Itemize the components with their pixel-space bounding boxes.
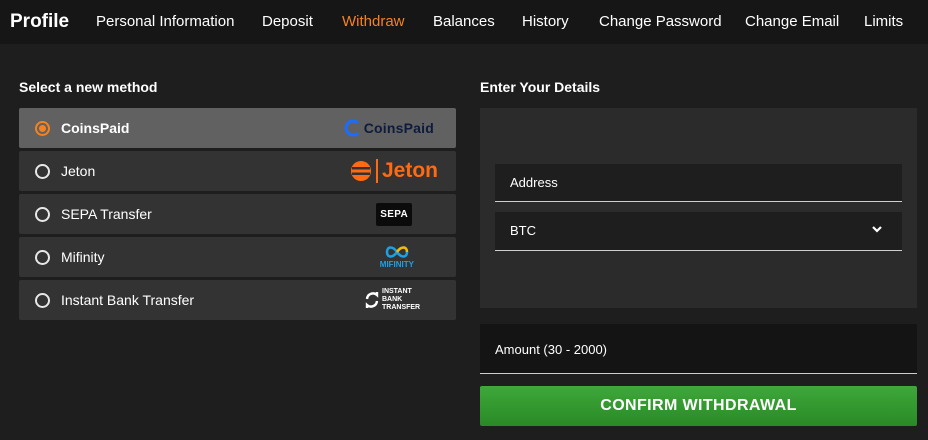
method-option-jeton[interactable]: Jeton Jeton <box>19 151 456 191</box>
tab-change-password[interactable]: Change Password <box>599 13 722 30</box>
tab-deposit[interactable]: Deposit <box>262 13 313 30</box>
details-panel: Address BTC <box>480 108 917 308</box>
method-label: CoinsPaid <box>61 120 130 136</box>
method-label: Instant Bank Transfer <box>61 292 195 308</box>
tab-change-email[interactable]: Change Email <box>745 13 839 30</box>
method-option-coinspaid[interactable]: CoinsPaid CoinsPaid <box>19 108 456 148</box>
tab-balances[interactable]: Balances <box>433 13 495 30</box>
method-label: SEPA Transfer <box>61 206 152 222</box>
page-title: Profile <box>10 11 70 32</box>
radio-button-selected[interactable] <box>35 121 50 136</box>
tab-personal-information[interactable]: Personal Information <box>96 13 234 30</box>
currency-select[interactable]: BTC <box>495 212 902 251</box>
radio-button[interactable] <box>35 250 50 265</box>
confirm-withdrawal-button[interactable]: CONFIRM WITHDRAWAL <box>480 386 917 426</box>
methods-heading: Select a new method <box>19 79 158 95</box>
mifinity-logo: MIFINITY <box>380 237 414 277</box>
tab-limits[interactable]: Limits <box>864 13 903 30</box>
method-label: Jeton <box>61 163 96 179</box>
top-navigation-bar: Profile Personal Information Deposit Wit… <box>0 0 928 44</box>
instant-bank-transfer-logo: INSTANT BANK TRANSFER <box>364 280 420 320</box>
tab-history[interactable]: History <box>522 13 569 30</box>
radio-button[interactable] <box>35 293 50 308</box>
address-placeholder: Address <box>510 175 558 190</box>
method-option-sepa-transfer[interactable]: SEPA Transfer SEPA <box>19 194 456 234</box>
address-field[interactable]: Address <box>495 164 902 202</box>
chevron-down-icon <box>872 226 882 233</box>
amount-field[interactable]: Amount (30 - 2000) <box>480 324 917 374</box>
radio-button[interactable] <box>35 164 50 179</box>
amount-placeholder: Amount (30 - 2000) <box>495 342 608 357</box>
method-option-mifinity[interactable]: Mifinity MIFINITY <box>19 237 456 277</box>
coinspaid-logo: CoinsPaid <box>344 108 434 148</box>
method-option-instant-bank-transfer[interactable]: Instant Bank Transfer INSTANT BANK TRANS… <box>19 280 456 320</box>
radio-button[interactable] <box>35 207 50 222</box>
tab-withdraw[interactable]: Withdraw <box>342 13 405 30</box>
method-label: Mifinity <box>61 249 105 265</box>
currency-value: BTC <box>510 223 536 238</box>
details-heading: Enter Your Details <box>480 79 601 95</box>
sepa-logo: SEPA <box>376 194 412 234</box>
jeton-logo: Jeton <box>350 151 438 191</box>
